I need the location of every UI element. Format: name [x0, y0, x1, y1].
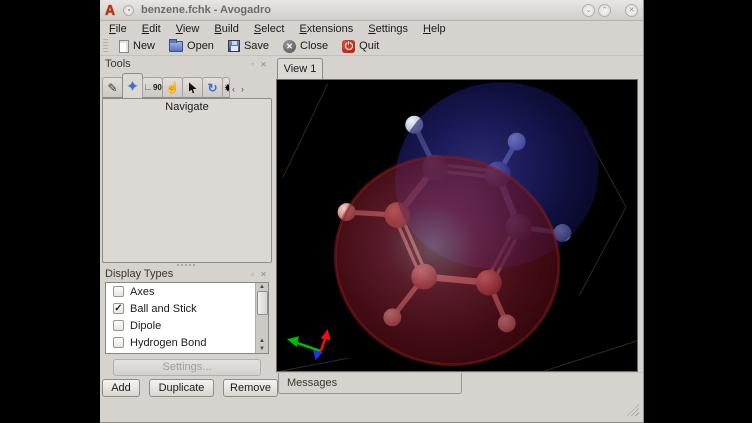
menu-select[interactable]: Select — [249, 22, 290, 36]
save-button[interactable]: Save — [221, 37, 276, 55]
menu-edit[interactable]: Edit — [137, 22, 166, 36]
avogadro-window: A benzene.fchk - Avogadro ⌄ ⌃ ✕ File Edi… — [100, 0, 644, 423]
cursor-arrow-icon — [189, 82, 197, 93]
menu-help[interactable]: Help — [418, 22, 451, 36]
status-bar — [276, 396, 642, 422]
minimize-button[interactable]: ⌄ — [582, 4, 595, 17]
save-disk-icon — [228, 40, 240, 52]
manipulate-tool-tab[interactable]: ☝ — [162, 77, 183, 98]
pencil-icon: ✎ — [107, 82, 117, 94]
3d-viewport[interactable] — [276, 79, 638, 372]
list-item-axes[interactable]: Axes — [106, 283, 268, 300]
remove-button[interactable]: Remove — [223, 379, 278, 397]
window-title: benzene.fchk - Avogadro — [141, 4, 271, 16]
view-tab-bar: View 1 — [276, 56, 642, 79]
tab-scroll-left-icon[interactable]: ‹ — [229, 82, 238, 96]
tool-tab-bar: ✎ ✦ ∟90 ☝ ↻ ✹ — [102, 73, 272, 98]
pin-button[interactable] — [123, 5, 134, 16]
new-document-icon — [119, 40, 129, 53]
active-tool-label: Navigate — [165, 101, 208, 113]
duplicate-button[interactable]: Duplicate — [149, 379, 214, 397]
menu-build[interactable]: Build — [209, 22, 243, 36]
dock-close-button[interactable]: ✕ — [258, 60, 269, 69]
main-area: View 1 — [276, 56, 642, 423]
tools-dock-header[interactable]: Tools ▫ ✕ — [102, 57, 272, 71]
toolbar-handle[interactable] — [103, 39, 108, 53]
list-item-dipole[interactable]: Dipole — [106, 317, 268, 334]
tools-dock-title: Tools — [105, 58, 247, 70]
new-button[interactable]: New — [112, 37, 162, 55]
draw-tool-tab[interactable]: ✎ — [102, 77, 123, 98]
avogadro-logo-icon: A — [105, 2, 118, 18]
menu-view[interactable]: View — [171, 22, 205, 36]
measure-tool-tab[interactable]: ∟90 — [142, 77, 163, 98]
title-bar[interactable]: A benzene.fchk - Avogadro ⌄ ⌃ ✕ — [100, 0, 643, 21]
scroll-up-icon[interactable]: ▲ — [259, 283, 265, 291]
menu-extensions[interactable]: Extensions — [294, 22, 358, 36]
molecule-scene[interactable] — [277, 80, 637, 371]
list-scrollbar[interactable]: ▲ ▲ ▼ — [255, 283, 268, 353]
close-file-button[interactable]: ✕ Close — [276, 37, 335, 55]
dock-float-button[interactable]: ▫ — [247, 60, 258, 69]
dipole-checkbox[interactable] — [113, 320, 124, 331]
quit-power-icon — [342, 40, 355, 53]
auto-rotate-tool-tab[interactable]: ↻ — [202, 77, 223, 98]
bottom-tab-bar: Messages — [276, 372, 642, 396]
navigate-tool-tab[interactable]: ✦ — [122, 73, 143, 98]
open-folder-icon — [169, 41, 183, 52]
list-item-ball-and-stick[interactable]: ✓ Ball and Stick — [106, 300, 268, 317]
display-types-header[interactable]: Display Types ▫ ✕ — [102, 267, 272, 281]
dock-float-button[interactable]: ▫ — [247, 270, 258, 279]
tool-settings-panel: Navigate — [102, 98, 272, 263]
display-types-list: Axes ✓ Ball and Stick Dipole Hydrogen Bo… — [105, 282, 269, 354]
close-circle-icon: ✕ — [283, 40, 296, 53]
close-button[interactable]: ✕ — [625, 4, 638, 17]
scroll-down-icon[interactable]: ▼ — [259, 345, 265, 353]
open-button[interactable]: Open — [162, 37, 221, 55]
menu-bar: File Edit View Build Select Extensions S… — [100, 21, 643, 37]
dock-close-button[interactable]: ✕ — [258, 270, 269, 279]
maximize-button[interactable]: ⌃ — [598, 4, 611, 17]
scroll-up-icon[interactable]: ▲ — [259, 337, 265, 345]
list-item-hydrogen-bond[interactable]: Hydrogen Bond — [106, 334, 268, 351]
resize-grip[interactable] — [627, 404, 639, 416]
settings-button[interactable]: Settings... — [113, 359, 261, 376]
menu-settings[interactable]: Settings — [363, 22, 413, 36]
hydrogen-bond-checkbox[interactable] — [113, 337, 124, 348]
hand-icon: ☝ — [166, 82, 180, 94]
screen: A benzene.fchk - Avogadro ⌄ ⌃ ✕ File Edi… — [0, 0, 752, 423]
menu-file[interactable]: File — [104, 22, 132, 36]
display-types-title: Display Types — [105, 268, 247, 280]
tab-messages[interactable]: Messages — [278, 373, 462, 394]
main-toolbar: New Open Save ✕ Close Quit — [100, 37, 643, 56]
display-types-dock: Display Types ▫ ✕ Axes ✓ Ball and Stick … — [102, 267, 272, 377]
ball-and-stick-checkbox[interactable]: ✓ — [113, 303, 124, 314]
selection-tool-tab[interactable] — [182, 77, 203, 98]
quit-button[interactable]: Quit — [335, 37, 386, 55]
axes-checkbox[interactable] — [113, 286, 124, 297]
navigate-star-icon: ✦ — [127, 80, 139, 92]
display-types-actions: Add Duplicate Remove — [102, 379, 278, 397]
tools-dock: Tools ▫ ✕ ✎ ✦ ∟90 ☝ — [102, 57, 272, 263]
scrollbar-thumb[interactable] — [257, 291, 268, 315]
tab-view-1[interactable]: View 1 — [277, 58, 323, 79]
rotate-icon: ↻ — [207, 82, 217, 94]
angle-90-icon: ∟90 — [143, 82, 162, 94]
tab-scroll-right-icon[interactable]: › — [238, 82, 247, 96]
add-button[interactable]: Add — [102, 379, 140, 397]
